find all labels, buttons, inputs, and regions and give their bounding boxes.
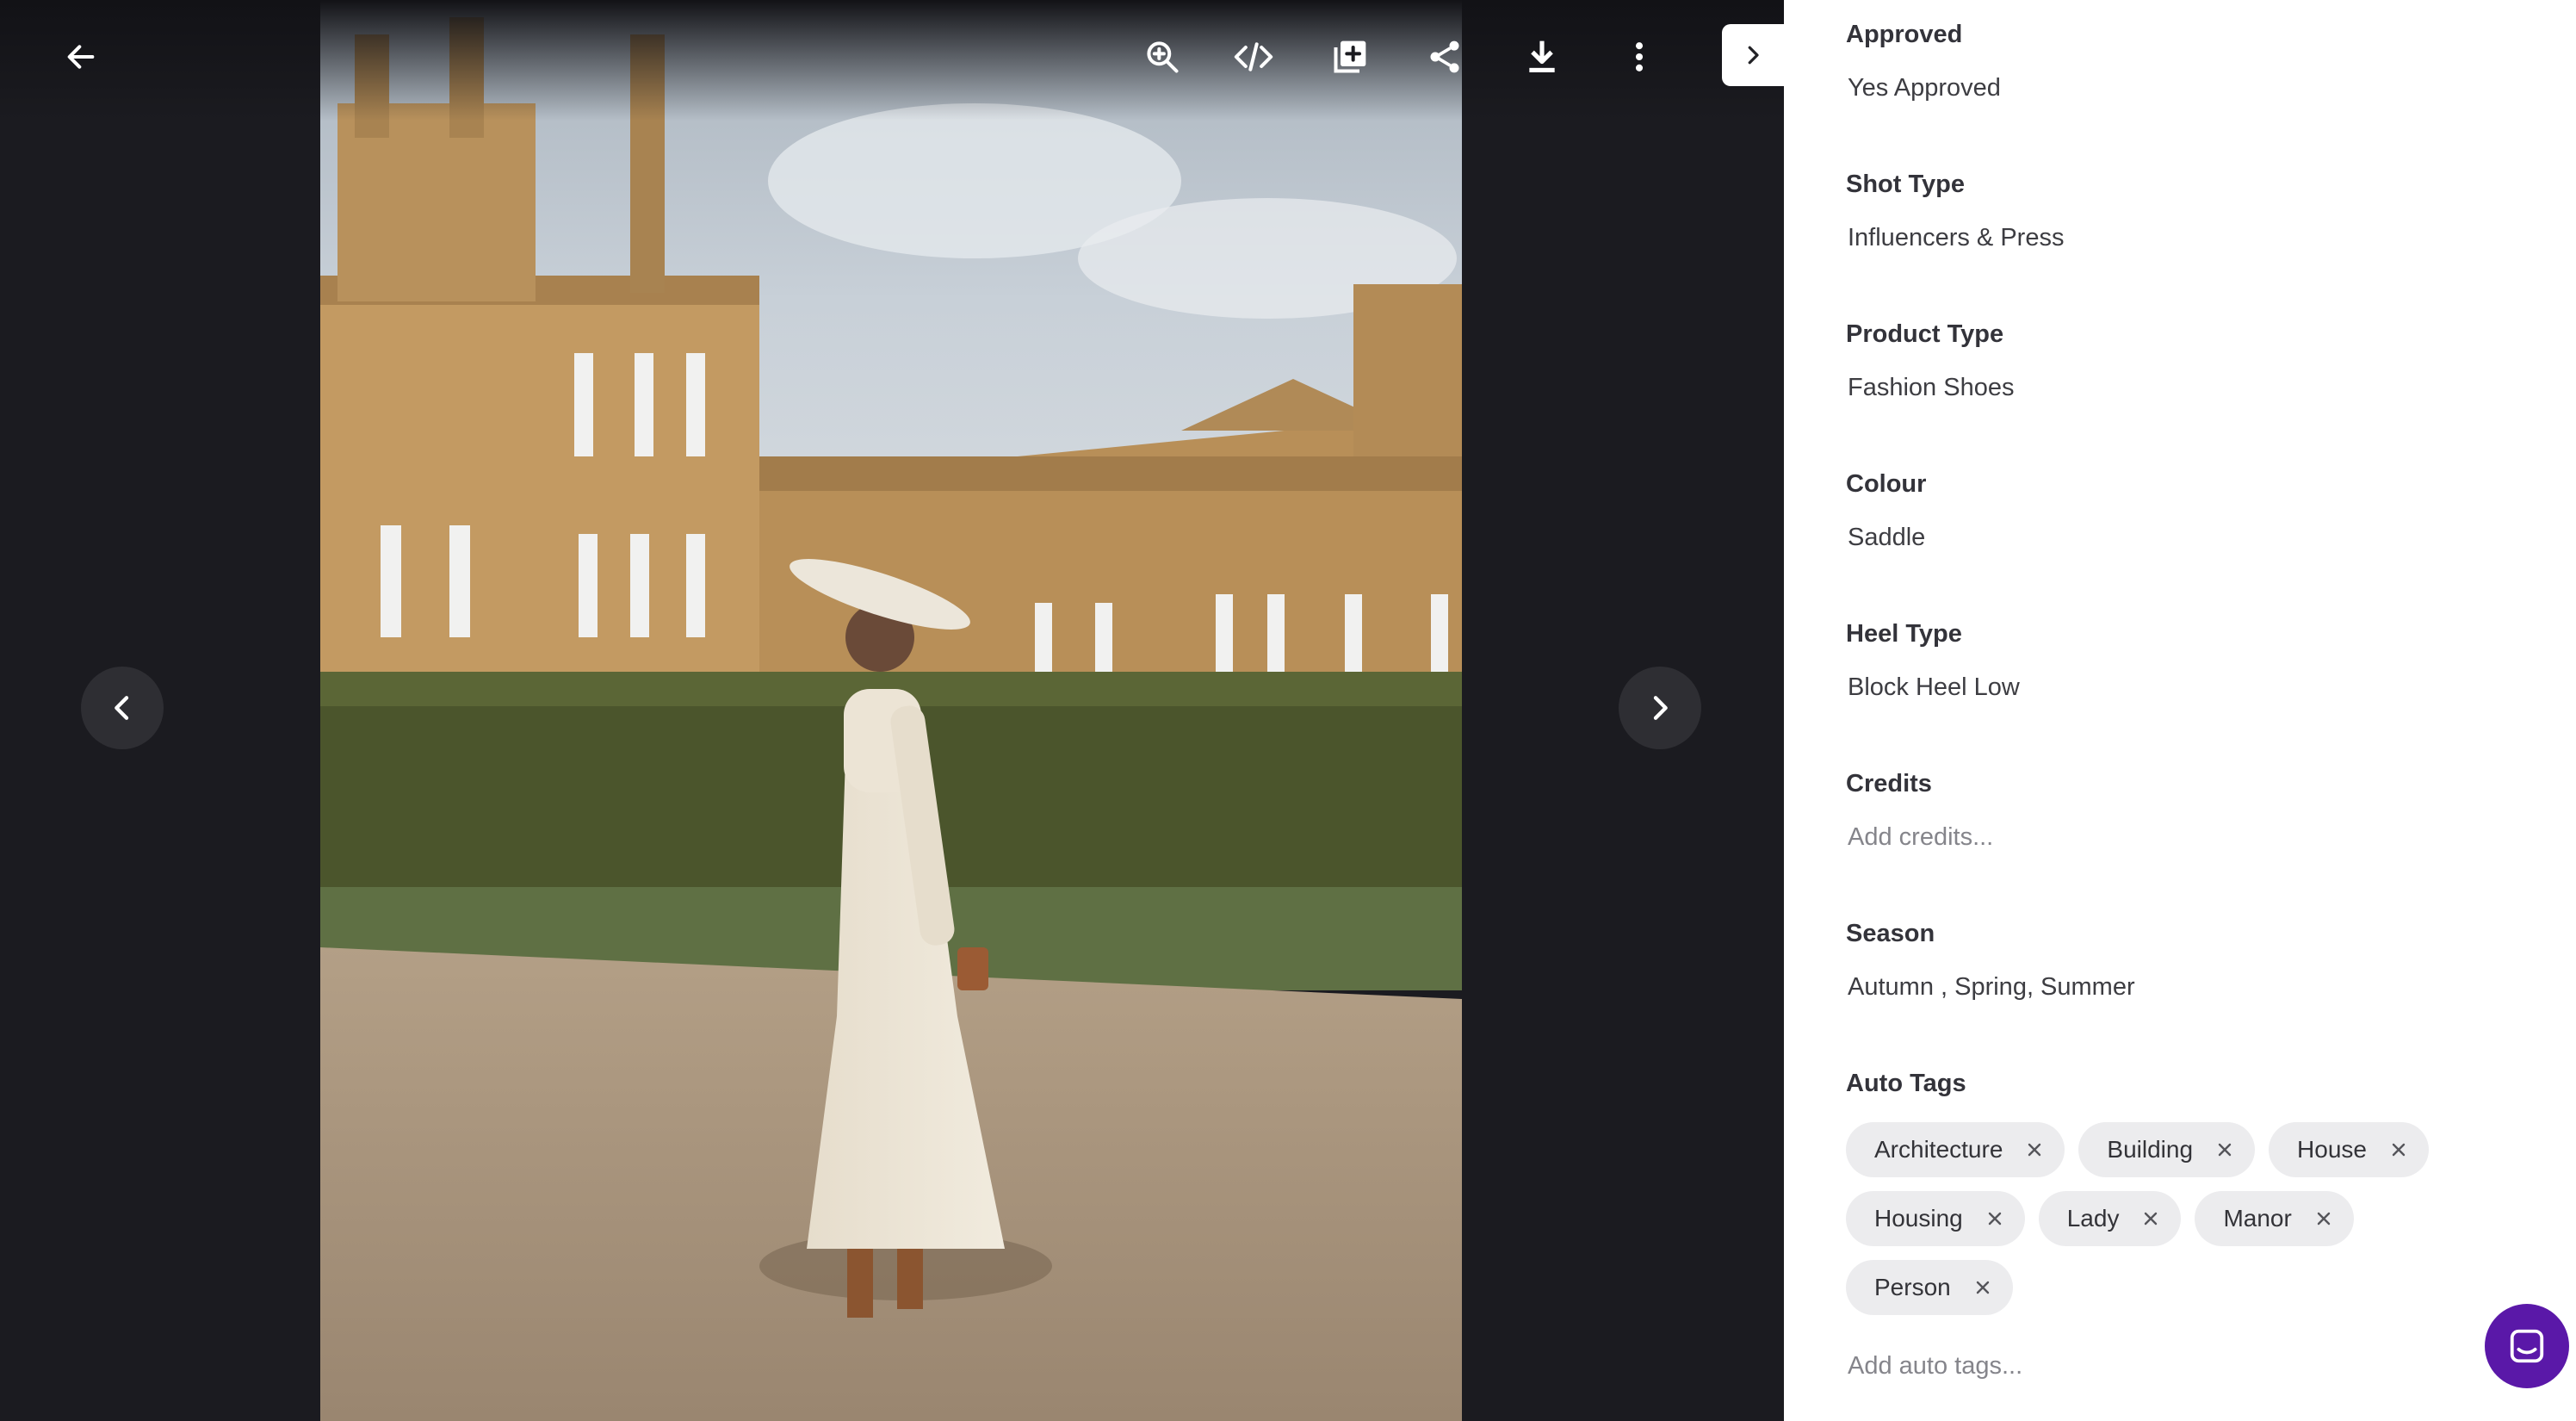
collapse-panel-button[interactable] bbox=[1722, 24, 1784, 86]
tag-chip: Person bbox=[1846, 1260, 2013, 1315]
chat-launcher-button[interactable] bbox=[2485, 1304, 2569, 1388]
remove-tag-button[interactable] bbox=[2023, 1139, 2046, 1161]
add-auto-tags-input[interactable]: Add auto tags... bbox=[1848, 1349, 2022, 1383]
next-image-button[interactable] bbox=[1619, 667, 1701, 749]
remove-tag-button[interactable] bbox=[2214, 1139, 2236, 1161]
field-product-type: Product Type Fashion Shoes bbox=[1846, 317, 2014, 405]
more-vertical-icon bbox=[1635, 42, 1644, 71]
back-button[interactable] bbox=[50, 26, 112, 88]
remove-tag-button[interactable] bbox=[1972, 1276, 1994, 1299]
details-panel: Approved Yes Approved Shot Type Influenc… bbox=[1784, 0, 2576, 1421]
download-icon bbox=[1529, 40, 1555, 72]
field-value[interactable]: Influencers & Press bbox=[1848, 220, 2064, 255]
field-shot-type: Shot Type Influencers & Press bbox=[1846, 167, 2064, 255]
share-button[interactable] bbox=[1414, 26, 1476, 88]
photo-preview[interactable] bbox=[320, 0, 1462, 1421]
field-approved: Approved Yes Approved bbox=[1846, 17, 2001, 105]
field-auto-tags: Auto Tags bbox=[1846, 1066, 1966, 1101]
close-icon bbox=[2317, 1212, 2331, 1226]
tag-label: Architecture bbox=[1874, 1136, 2003, 1163]
field-label: Shot Type bbox=[1846, 171, 1966, 198]
more-options-button[interactable] bbox=[1608, 26, 1670, 88]
previous-image-button[interactable] bbox=[81, 667, 164, 749]
tag-chip: Housing bbox=[1846, 1191, 2025, 1246]
chevron-right-icon bbox=[1748, 46, 1759, 65]
chevron-right-icon bbox=[1653, 696, 1668, 720]
embed-code-icon bbox=[1234, 42, 1273, 71]
zoom-button[interactable] bbox=[1131, 26, 1193, 88]
remove-tag-button[interactable] bbox=[1984, 1207, 2006, 1230]
field-label: Credits bbox=[1846, 770, 1932, 797]
auto-tags-list: Architecture Building House Housing Lady… bbox=[1846, 1122, 2500, 1329]
field-colour: Colour Saddle bbox=[1846, 467, 1926, 555]
field-season: Season Autumn , Spring, Summer bbox=[1846, 916, 2135, 1004]
field-value[interactable]: Block Heel Low bbox=[1848, 670, 2020, 704]
field-label: Approved bbox=[1846, 21, 1963, 48]
close-icon bbox=[2218, 1143, 2232, 1157]
zoom-in-icon bbox=[1147, 41, 1179, 73]
tag-label: House bbox=[2297, 1136, 2367, 1163]
add-to-collection-icon bbox=[1334, 40, 1366, 73]
close-icon bbox=[1988, 1212, 2001, 1226]
tag-chip: Lady bbox=[2038, 1191, 2182, 1246]
tag-label: Person bbox=[1874, 1274, 1951, 1300]
field-label: Colour bbox=[1846, 470, 1927, 498]
close-icon bbox=[2145, 1212, 2158, 1226]
chat-icon bbox=[2510, 1329, 2544, 1363]
field-heel-type: Heel Type Block Heel Low bbox=[1846, 617, 2020, 704]
field-credits: Credits Add credits... bbox=[1846, 766, 1993, 854]
tag-label: Housing bbox=[1874, 1205, 1963, 1232]
credits-input[interactable]: Add credits... bbox=[1848, 820, 1993, 854]
close-icon bbox=[2392, 1143, 2406, 1157]
tag-label: Manor bbox=[2223, 1205, 2292, 1232]
chevron-left-icon bbox=[115, 696, 129, 720]
field-label: Heel Type bbox=[1846, 620, 1962, 648]
tag-label: Lady bbox=[2066, 1205, 2120, 1232]
tag-chip: House bbox=[2269, 1122, 2429, 1177]
tag-label: Building bbox=[2107, 1136, 2194, 1163]
share-icon bbox=[1430, 40, 1459, 73]
arrow-left-icon bbox=[67, 45, 95, 69]
photo-illustration bbox=[320, 0, 1462, 1421]
tag-chip: Building bbox=[2078, 1122, 2256, 1177]
close-icon bbox=[2028, 1143, 2041, 1157]
field-value[interactable]: Yes Approved bbox=[1848, 71, 2001, 105]
field-label: Auto Tags bbox=[1846, 1070, 1966, 1097]
embed-button[interactable] bbox=[1223, 26, 1285, 88]
tag-chip: Manor bbox=[2195, 1191, 2354, 1246]
field-label: Season bbox=[1846, 920, 1935, 947]
field-label: Product Type bbox=[1846, 320, 2004, 348]
field-value[interactable]: Autumn , Spring, Summer bbox=[1848, 970, 2135, 1004]
remove-tag-button[interactable] bbox=[2313, 1207, 2335, 1230]
remove-tag-button[interactable] bbox=[2139, 1207, 2162, 1230]
close-icon bbox=[1976, 1281, 1989, 1294]
image-viewer bbox=[0, 0, 1784, 1421]
download-button[interactable] bbox=[1511, 26, 1573, 88]
remove-tag-button[interactable] bbox=[2387, 1139, 2410, 1161]
add-to-collection-button[interactable] bbox=[1319, 26, 1381, 88]
tag-chip: Architecture bbox=[1846, 1122, 2065, 1177]
field-value[interactable]: Saddle bbox=[1848, 520, 1926, 555]
field-value[interactable]: Fashion Shoes bbox=[1848, 370, 2014, 405]
